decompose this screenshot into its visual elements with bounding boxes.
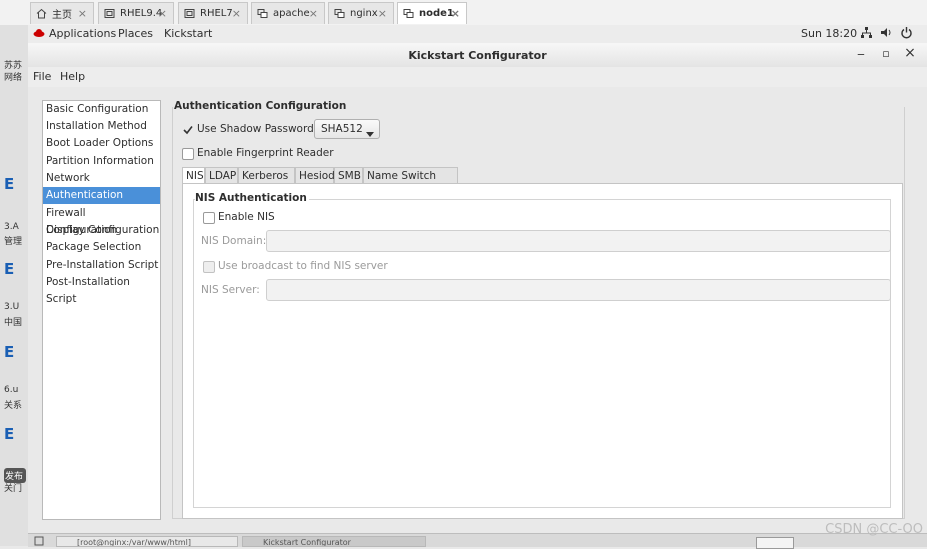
desktop-label: 关系 [4, 401, 23, 411]
host-tab-nginx[interactable]: nginx × [328, 2, 394, 24]
close-icon[interactable]: × [378, 7, 387, 20]
hash-algorithm-value: SHA512 [321, 123, 363, 135]
host-tab-home[interactable]: 主页 × [30, 2, 94, 24]
sidebar-item-authentication[interactable]: Authentication [43, 187, 160, 204]
category-list[interactable]: Basic Configuration Installation Method … [42, 100, 161, 520]
sidebar-item-package-selection[interactable]: Package Selection [43, 239, 160, 256]
sidebar-item-partition-information[interactable]: Partition Information [43, 153, 160, 170]
enable-nis-checkbox[interactable] [203, 212, 215, 224]
redhat-icon [33, 28, 45, 41]
power-icon[interactable] [900, 26, 913, 42]
tab-hesiod[interactable]: Hesiod [295, 167, 335, 183]
show-desktop-icon[interactable] [34, 536, 44, 549]
tab-ldap[interactable]: LDAP [205, 167, 238, 183]
vm-link-icon [333, 8, 345, 20]
vm-icon [183, 8, 195, 20]
clock[interactable]: Sun 18:20 [801, 27, 857, 40]
host-tab-bar: 主页 × RHEL9.4 × RHEL7 × apache × nginx × … [0, 0, 927, 26]
fingerprint-label: Enable Fingerprint Reader [197, 147, 334, 159]
chevron-down-icon [366, 127, 374, 140]
taskbar-item-kickstart[interactable]: Kickstart Configurator [242, 536, 426, 547]
watermark: CSDN @CC-OO [825, 522, 923, 537]
close-icon[interactable]: × [309, 7, 318, 20]
nis-server-field[interactable] [266, 279, 891, 301]
host-tab-apache[interactable]: apache × [251, 2, 325, 24]
tab-name-switch-cache[interactable]: Name Switch Cache [363, 167, 458, 198]
desktop-label: E [4, 425, 15, 443]
hash-algorithm-dropdown[interactable]: SHA512 [314, 119, 380, 139]
host-tab-rhel94[interactable]: RHEL9.4 × [98, 2, 174, 24]
desktop-label: 管理 [4, 237, 23, 247]
use-shadow-label: Use Shadow Passwords [197, 123, 320, 135]
bottom-taskbar: [root@nginx:/var/www/html] Kickstart Con… [28, 533, 927, 549]
desktop-label: E [4, 260, 15, 278]
menu-bar: File Help [28, 67, 927, 87]
sidebar-item-post-installation-script[interactable]: Post-Installation Script [43, 274, 160, 305]
sidebar-item-basic-configuration[interactable]: Basic Configuration [43, 101, 160, 118]
host-tab-node1[interactable]: node1 × [397, 2, 467, 24]
vm-link-icon [402, 8, 414, 20]
home-icon [35, 8, 47, 20]
network-icon[interactable] [860, 26, 873, 42]
nis-domain-field[interactable] [266, 230, 891, 252]
desktop-label: E [4, 175, 15, 193]
tab-nis[interactable]: NIS [182, 167, 205, 184]
desktop-label: 6.u [4, 385, 19, 395]
nis-frame-title: NIS Authentication [195, 192, 309, 204]
window-title: Kickstart Configurator [408, 49, 547, 62]
close-icon[interactable]: × [451, 7, 460, 20]
vm-link-icon [256, 8, 268, 20]
host-tab-label: node1 [419, 8, 454, 19]
places-menu[interactable]: Places [118, 27, 153, 40]
sidebar-item-boot-loader-options[interactable]: Boot Loader Options [43, 135, 160, 152]
enable-nis-label: Enable NIS [218, 211, 275, 223]
use-broadcast-label: Use broadcast to find NIS server [218, 260, 388, 272]
nis-domain-label: NIS Domain: [201, 235, 267, 247]
sidebar-item-network-configuration[interactable]: Network Configuration [43, 170, 160, 201]
kickstart-menu[interactable]: Kickstart [164, 27, 212, 40]
file-menu[interactable]: File [33, 70, 51, 83]
nis-server-label: NIS Server: [201, 284, 260, 296]
host-tab-rhel7[interactable]: RHEL7 × [178, 2, 248, 24]
window-title-bar[interactable]: Kickstart Configurator ‒ ▫ × [28, 43, 927, 68]
tab-smb[interactable]: SMB [334, 167, 363, 183]
sidebar-item-display-configuration[interactable]: Display Configuration [43, 222, 160, 239]
host-tab-label: 主页 [52, 10, 72, 21]
close-icon[interactable]: × [158, 7, 167, 20]
taskbar-item-terminal[interactable]: [root@nginx:/var/www/html] [56, 536, 238, 547]
host-tab-label: apache [273, 8, 310, 19]
host-tab-label: nginx [350, 8, 378, 19]
desktop-label: 中国 [4, 318, 23, 328]
sidebar-item-pre-installation-script[interactable]: Pre-Installation Script [43, 257, 160, 274]
use-shadow-checkbox[interactable] [182, 124, 193, 135]
desktop-label: 3.U [4, 302, 20, 312]
host-desktop-strip: 苏苏 网络 E 3.A 管理 E 3.U 中国 E 6.u 关系 E 发布 关门 [0, 25, 28, 546]
close-button[interactable]: × [903, 45, 917, 61]
volume-icon[interactable] [880, 26, 893, 42]
tab-kerberos5[interactable]: Kerberos 5 [238, 167, 295, 198]
use-broadcast-checkbox[interactable] [203, 261, 215, 273]
help-menu[interactable]: Help [60, 70, 85, 83]
sidebar-item-installation-method[interactable]: Installation Method [43, 118, 160, 135]
sidebar-item-firewall-configuration[interactable]: Firewall Configuration [43, 205, 160, 236]
desktop-label: 网络 [4, 73, 23, 83]
applications-menu[interactable]: Applications [49, 27, 116, 40]
fingerprint-checkbox[interactable] [182, 148, 194, 160]
desktop-label: 关门 [4, 484, 23, 494]
minimize-button[interactable]: ‒ [854, 47, 868, 61]
vm-icon [103, 8, 115, 20]
close-icon[interactable]: × [232, 7, 241, 20]
gnome-top-bar: Applications Places Kickstart Sun 18:20 [28, 25, 927, 44]
host-tab-label: RHEL7 [200, 8, 233, 19]
maximize-button[interactable]: ▫ [879, 47, 893, 60]
desktop-label: 3.A [4, 222, 19, 232]
workspace-indicator[interactable] [756, 537, 794, 549]
host-tab-label: RHEL9.4 [120, 8, 163, 19]
close-icon[interactable]: × [78, 7, 87, 20]
desktop-label: E [4, 343, 15, 361]
